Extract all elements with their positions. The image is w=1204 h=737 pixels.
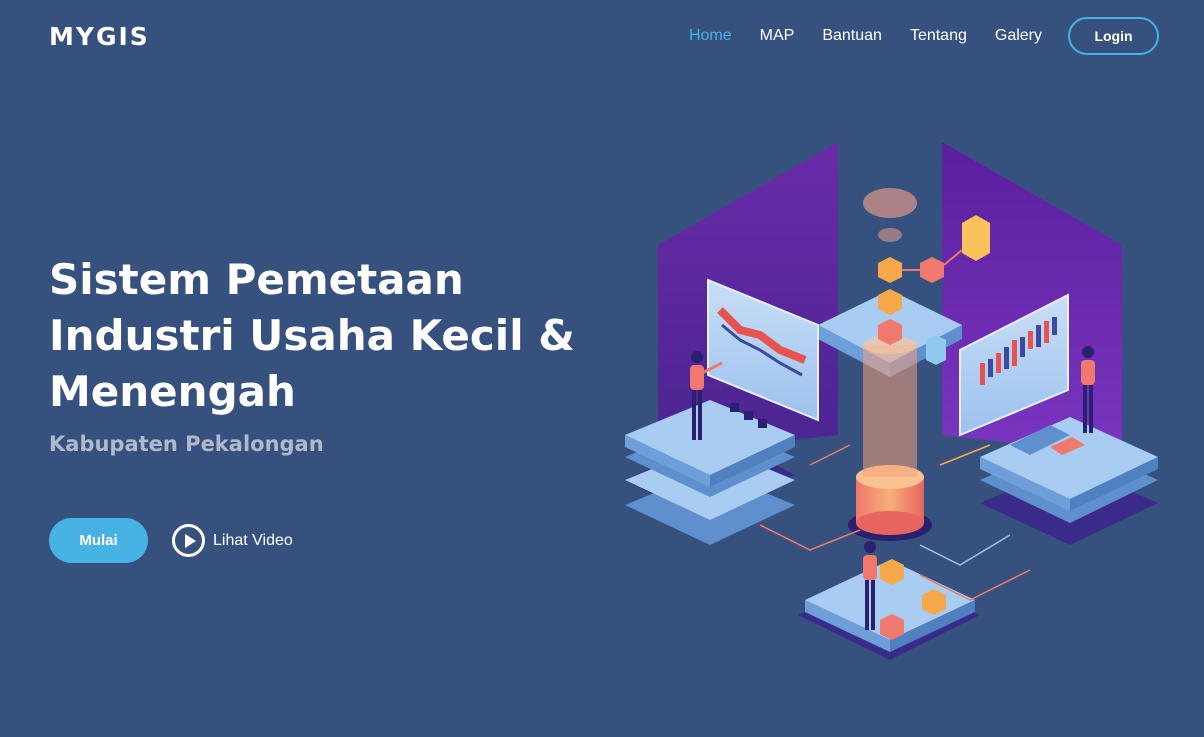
hero-title-line-2: Industri Usaha Kecil & — [49, 311, 575, 360]
center-cylinder — [848, 188, 932, 541]
hero-subtitle: Kabupaten Pekalongan — [49, 432, 324, 456]
hero-actions: Mulai Lihat Video — [49, 518, 293, 563]
watch-video-button[interactable]: Lihat Video — [172, 524, 293, 557]
nav-galery[interactable]: Galery — [995, 27, 1042, 45]
start-button[interactable]: Mulai — [49, 518, 148, 563]
play-circle-icon — [172, 524, 205, 557]
logo[interactable]: MYGIS — [49, 22, 150, 51]
nav-map[interactable]: MAP — [760, 27, 795, 45]
hero-title: Sistem Pemetaan Industri Usaha Kecil & M… — [49, 252, 589, 420]
main-nav: Home MAP Bantuan Tentang Galery Login — [661, 17, 1159, 55]
hero-illustration — [625, 142, 1158, 660]
nav-home[interactable]: Home — [689, 27, 732, 45]
hero-title-line-3: Menengah — [49, 367, 296, 416]
nav-tentang[interactable]: Tentang — [910, 27, 967, 45]
hero-text: Sistem Pemetaan Industri Usaha Kecil & M… — [49, 252, 589, 456]
hero-title-line-1: Sistem Pemetaan — [49, 255, 464, 304]
login-button[interactable]: Login — [1068, 17, 1159, 55]
nav-bantuan[interactable]: Bantuan — [822, 27, 882, 45]
watch-video-label: Lihat Video — [213, 531, 293, 549]
header: MYGIS Home MAP Bantuan Tentang Galery Lo… — [0, 0, 1204, 72]
